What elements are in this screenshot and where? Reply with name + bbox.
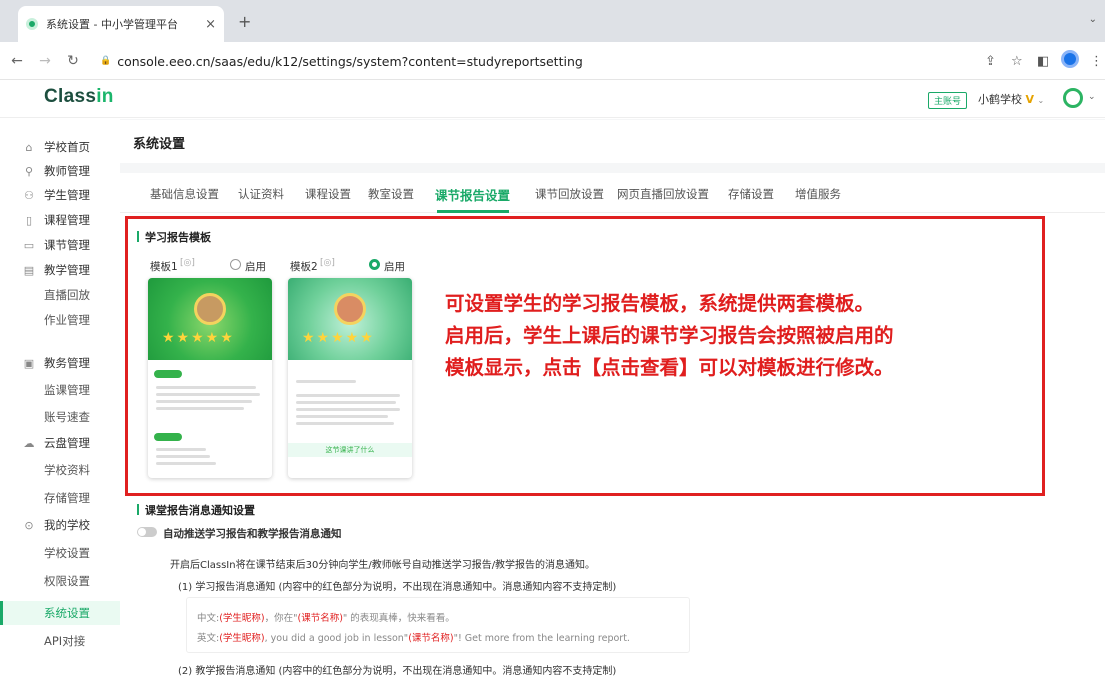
divider-band <box>120 163 1105 173</box>
sidebar-item-system-settings[interactable]: 系统设置 <box>0 601 120 625</box>
sidebar-item-cloud[interactable]: ☁ 云盘管理 <box>0 431 120 455</box>
user-avatar-icon[interactable] <box>1063 88 1083 108</box>
sidebar-item-storage[interactable]: 存储管理 <box>0 486 120 510</box>
tab-course-settings[interactable]: 课程设置 <box>305 186 351 202</box>
sidepanel-icon[interactable]: ◧ <box>1037 54 1049 69</box>
teaching-report-notice-title: (2) 教学报告消息通知 (内容中的红色部分为说明，不出现在消息通知中。消息通知… <box>178 666 617 677</box>
teaching-icon: ▤ <box>23 263 35 277</box>
close-tab-icon[interactable]: × <box>205 17 216 32</box>
study-report-template-box: 中文:(学生昵称)，你在"(课节名称)" 的表现真棒，快来看看。 英文:(学生昵… <box>186 597 690 653</box>
sidebar-item-account-lookup[interactable]: 账号速查 <box>0 405 120 429</box>
tab-value-added[interactable]: 增值服务 <box>795 186 841 202</box>
sidebar-item-homework[interactable]: 作业管理 <box>0 308 120 332</box>
chinese-template: 中文:(学生昵称)，你在"(课节名称)" 的表现真棒，快来看看。 <box>197 613 455 624</box>
tab-web-live-replay[interactable]: 网页直播回放设置 <box>617 186 709 202</box>
tab-certification[interactable]: 认证资料 <box>238 186 284 202</box>
sidebar-item-lessons[interactable]: ▭ 课节管理 <box>0 233 120 257</box>
classin-logo[interactable]: Classin <box>44 86 114 108</box>
tab-lesson-report-settings[interactable]: 课节报告设置 <box>435 185 510 204</box>
tab-classroom-settings[interactable]: 教室设置 <box>368 186 414 202</box>
url-text: console.eeo.cn/saas/edu/k12/settings/sys… <box>117 53 583 69</box>
active-tab-indicator <box>437 210 509 213</box>
student-icon: ⚇ <box>24 188 34 202</box>
sidebar-item-school-settings[interactable]: 学校设置 <box>0 541 120 565</box>
sidebar-item-my-school[interactable]: ⊙ 我的学校 <box>0 513 120 537</box>
forward-icon[interactable]: → <box>34 53 56 69</box>
section-heading-notification: 课堂报告消息通知设置 <box>137 502 255 518</box>
person-icon: ⚲ <box>24 164 34 178</box>
tab-menu-icon[interactable]: ⌄ <box>1089 14 1097 25</box>
classin-favicon-icon <box>26 18 38 30</box>
sidebar-item-affairs[interactable]: ▣ 教务管理 <box>0 351 120 375</box>
sidebar-item-courses[interactable]: ▯ 课程管理 <box>0 208 120 232</box>
browser-tab[interactable]: 系统设置 - 中小学管理平台 × <box>18 6 224 42</box>
sidebar-item-school-files[interactable]: 学校资料 <box>0 458 120 482</box>
sidebar-item-teaching[interactable]: ▤ 教学管理 <box>0 258 120 282</box>
school-switcher[interactable]: 小鹤学校 V ⌄ <box>978 91 1044 107</box>
browser-tab-strip: 系统设置 - 中小学管理平台 × + ⌄ <box>0 0 1105 42</box>
tab-lesson-replay-settings[interactable]: 课节回放设置 <box>535 186 604 202</box>
browser-menu-icon[interactable]: ⋮ <box>1090 54 1103 69</box>
affairs-icon: ▣ <box>23 356 35 370</box>
new-tab-icon[interactable]: + <box>238 12 251 31</box>
cloud-icon: ☁ <box>23 436 35 450</box>
school-icon: ⊙ <box>24 518 34 532</box>
home-icon: ⌂ <box>25 140 33 154</box>
english-template: 英文:(学生昵称), you did a good job in lesson"… <box>197 633 630 644</box>
address-bar-row: ← → ↻ 🔒 console.eeo.cn/saas/edu/k12/sett… <box>0 42 1105 80</box>
lesson-icon: ▭ <box>23 238 35 252</box>
course-icon: ▯ <box>25 213 33 227</box>
sidebar-item-permissions[interactable]: 权限设置 <box>0 569 120 593</box>
browser-profile-icon[interactable] <box>1061 50 1079 68</box>
settings-tabs: 基础信息设置 认证资料 课程设置 教室设置 课节报告设置 课节回放设置 网页直播… <box>120 173 1105 213</box>
share-icon[interactable]: ⇪ <box>985 54 996 69</box>
tab-basic-info[interactable]: 基础信息设置 <box>150 186 219 202</box>
sidebar-item-students[interactable]: ⚇ 学生管理 <box>0 183 120 207</box>
study-report-notice-title: (1) 学习报告消息通知 (内容中的红色部分为说明，不出现在消息通知中。消息通知… <box>178 582 617 593</box>
auto-push-label: 自动推送学习报告和教学报告消息通知 <box>163 528 342 540</box>
auto-push-toggle[interactable] <box>137 527 157 537</box>
url-bar[interactable]: 🔒 console.eeo.cn/saas/edu/k12/settings/s… <box>100 48 980 74</box>
page-title: 系统设置 <box>133 137 186 152</box>
sidebar-item-monitor[interactable]: 监课管理 <box>0 378 120 402</box>
sidebar: ⌂ 学校首页 ⚲ 教师管理 ⚇ 学生管理 ▯ 课程管理 ▭ 课节管理 ▤ 教学管理 直播回放… <box>0 119 120 695</box>
sidebar-item-teachers[interactable]: ⚲ 教师管理 <box>0 159 120 183</box>
tab-storage-settings[interactable]: 存储设置 <box>728 186 774 202</box>
sidebar-item-replay[interactable]: 直播回放 <box>0 283 120 307</box>
account-type-badge: 主账号 <box>928 92 968 109</box>
chevron-down-icon[interactable]: ⌄ <box>1088 92 1096 102</box>
bookmark-star-icon[interactable]: ☆ <box>1011 54 1023 69</box>
sidebar-item-home[interactable]: ⌂ 学校首页 <box>0 135 120 159</box>
app-header: Classin 主账号 小鹤学校 V ⌄ ⌄ <box>0 80 1105 118</box>
reload-icon[interactable]: ↻ <box>62 53 84 69</box>
lock-icon: 🔒 <box>100 56 112 66</box>
back-icon[interactable]: ← <box>6 53 28 69</box>
browser-tab-title: 系统设置 - 中小学管理平台 <box>46 18 178 31</box>
notification-description: 开启后ClassIn将在课节结束后30分钟向学生/教师帐号自动推送学习报告/教学… <box>170 560 596 571</box>
sidebar-item-api[interactable]: API对接 <box>0 629 120 653</box>
annotation-text: 可设置学生的学习报告模板，系统提供两套模板。 启用后，学生上课后的课节学习报告会… <box>445 292 894 379</box>
